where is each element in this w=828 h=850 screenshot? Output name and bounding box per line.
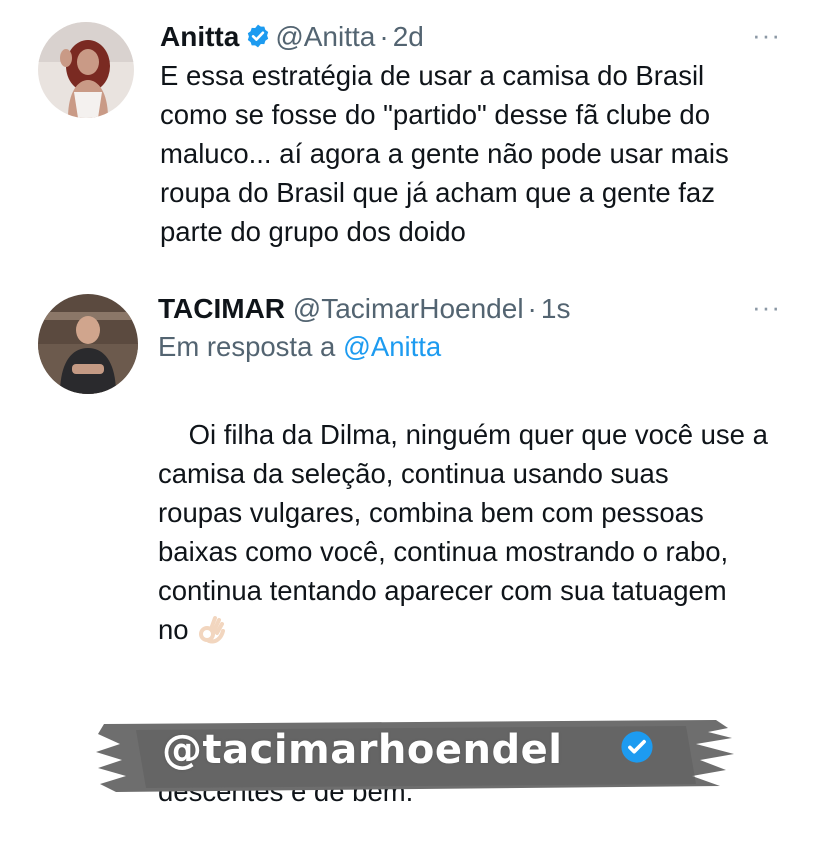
reply-context: Em resposta a @Anitta [158, 330, 441, 364]
tweet-text-main: Oi filha da Dilma, ninguém quer que você… [158, 419, 768, 645]
avatar-anitta[interactable] [38, 22, 134, 118]
ok-hand-icon [197, 615, 227, 655]
separator-dot: · [527, 293, 537, 324]
display-name[interactable]: TACIMAR [158, 293, 285, 324]
tweet-header: TACIMAR @TacimarHoendel · 1s [158, 292, 570, 326]
avatar-tacimar[interactable] [38, 294, 138, 394]
more-options-icon[interactable]: ··· [752, 292, 781, 323]
more-options-icon[interactable]: ··· [752, 20, 781, 51]
user-handle[interactable]: @Anitta [275, 21, 375, 52]
timestamp[interactable]: 2d [393, 21, 424, 52]
tweet-tacimar[interactable]: TACIMAR @TacimarHoendel · 1s ··· Em respos… [0, 270, 828, 807]
timestamp[interactable]: 1s [541, 293, 571, 324]
watermark-handle: @tacimarhoendel [162, 727, 563, 773]
display-name[interactable]: Anitta [160, 21, 239, 52]
separator-dot: · [379, 21, 389, 52]
tweet-text: E essa estratégia de usar a camisa do Br… [160, 60, 729, 247]
user-handle[interactable]: @TacimarHoendel [293, 293, 524, 324]
verified-badge-icon [245, 23, 271, 57]
tweet-anitta[interactable]: Anitta @Anitta · 2d ··· E essa estratégia d… [0, 0, 828, 270]
reply-mention-link[interactable]: @Anitta [343, 331, 441, 362]
reply-prefix: Em resposta a [158, 331, 336, 362]
verified-badge-icon [620, 730, 654, 769]
tweet-header: Anitta @Anitta · 2d [160, 20, 424, 57]
